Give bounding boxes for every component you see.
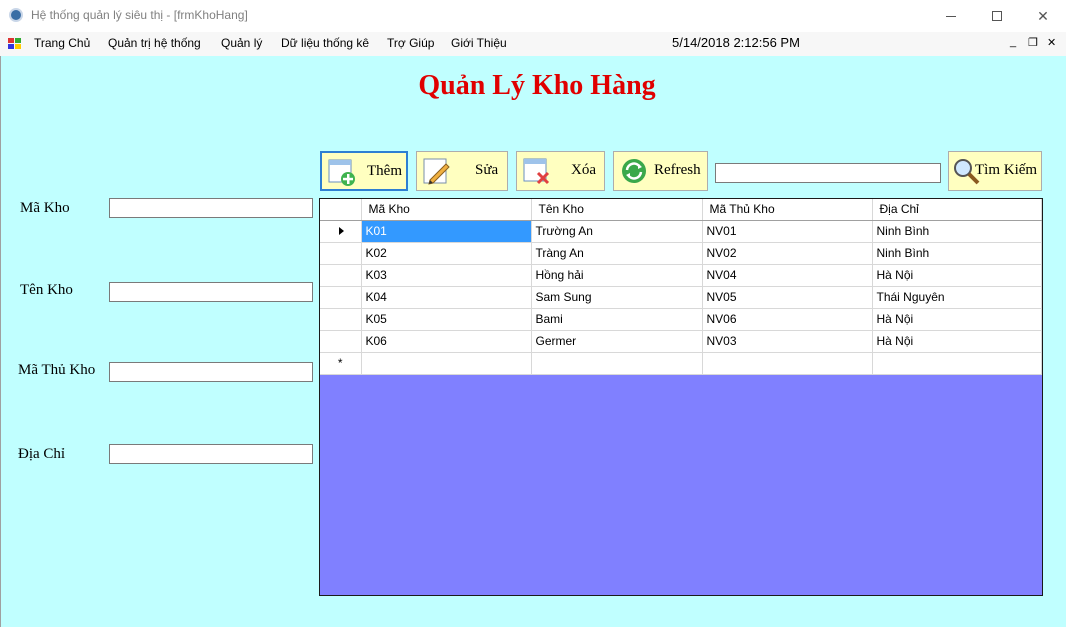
row-header[interactable] xyxy=(320,264,362,287)
search-label: Tìm Kiếm xyxy=(975,162,1038,178)
table-row[interactable]: K04 Sam Sung NV05 Thái Nguyên xyxy=(320,286,1042,309)
search-button[interactable]: Tìm Kiếm xyxy=(948,151,1042,191)
table-cell[interactable]: Hồng hải xyxy=(531,264,703,287)
row-header[interactable] xyxy=(320,220,362,243)
table-cell[interactable]: K06 xyxy=(361,330,532,353)
new-row[interactable]: * xyxy=(320,352,1042,375)
menu-quan-tri-he-thong[interactable]: Quản trị hệ thống xyxy=(108,36,201,50)
table-cell[interactable]: NV05 xyxy=(702,286,873,309)
ten-kho-label: Tên Kho xyxy=(20,282,73,298)
table-cell[interactable]: NV04 xyxy=(702,264,873,287)
table-row[interactable]: K01 Trường An NV01 Ninh Bình xyxy=(320,220,1042,243)
table-cell[interactable]: Ninh Bình xyxy=(872,242,1042,265)
refresh-button[interactable]: Refresh xyxy=(613,151,708,191)
table-cell[interactable]: NV01 xyxy=(702,220,873,243)
edit-button[interactable]: Sửa xyxy=(416,151,508,191)
table-cell[interactable]: K02 xyxy=(361,242,532,265)
table-cell[interactable]: Ninh Bình xyxy=(872,220,1042,243)
table-cell[interactable] xyxy=(872,352,1042,375)
clock-label: 5/14/2018 2:12:56 PM xyxy=(672,35,800,50)
add-label: Thêm xyxy=(367,163,402,179)
row-header[interactable] xyxy=(320,308,362,331)
ma-thu-kho-input[interactable] xyxy=(109,362,313,382)
refresh-label: Refresh xyxy=(654,162,701,178)
add-icon xyxy=(328,159,355,186)
delete-icon xyxy=(523,158,550,185)
table-cell[interactable]: K01 xyxy=(361,220,532,243)
table-cell[interactable]: NV03 xyxy=(702,330,873,353)
table-cell[interactable]: K04 xyxy=(361,286,532,309)
maximize-icon xyxy=(992,11,1002,21)
menu-trang-chu[interactable]: Trang Chủ xyxy=(34,36,90,50)
refresh-icon xyxy=(622,159,646,183)
menu-gioi-thieu[interactable]: Giới Thiệu xyxy=(451,36,507,50)
table-cell[interactable]: Germer xyxy=(531,330,703,353)
table-cell[interactable] xyxy=(531,352,703,375)
col-header-dia-chi[interactable]: Địa Chỉ xyxy=(872,199,1042,221)
close-icon: ✕ xyxy=(1037,7,1049,24)
col-header-ten-kho[interactable]: Tên Kho xyxy=(531,199,703,221)
kho-data-grid[interactable]: Mã Kho Tên Kho Mã Thủ Kho Địa Chỉ K01 Tr… xyxy=(319,198,1043,596)
table-row[interactable]: K02 Tràng An NV02 Ninh Bình xyxy=(320,242,1042,265)
menu-bar: Trang Chủ Quản trị hệ thống Quản lý Dữ l… xyxy=(0,32,1066,56)
table-cell[interactable]: NV02 xyxy=(702,242,873,265)
mdi-close-button[interactable]: ✕ xyxy=(1047,36,1056,49)
ma-kho-input[interactable] xyxy=(109,198,313,218)
ma-kho-label: Mã Kho xyxy=(20,200,70,216)
row-header[interactable] xyxy=(320,286,362,309)
grid-table: Mã Kho Tên Kho Mã Thủ Kho Địa Chỉ K01 Tr… xyxy=(320,199,1042,375)
table-cell[interactable]: Bami xyxy=(531,308,703,331)
mdi-restore-button[interactable]: ❐ xyxy=(1028,36,1038,49)
table-cell[interactable]: Tràng An xyxy=(531,242,703,265)
table-row[interactable]: K05 Bami NV06 Hà Nội xyxy=(320,308,1042,331)
table-cell[interactable]: NV06 xyxy=(702,308,873,331)
row-header-corner xyxy=(320,199,362,221)
ma-thu-kho-label: Mã Thủ Kho xyxy=(18,362,96,378)
maximize-button[interactable] xyxy=(974,0,1020,32)
table-cell[interactable]: Sam Sung xyxy=(531,286,703,309)
table-cell[interactable]: Hà Nội xyxy=(872,308,1042,331)
ten-kho-input[interactable] xyxy=(109,282,313,302)
table-cell[interactable] xyxy=(702,352,873,375)
current-row-arrow-icon xyxy=(338,227,344,235)
table-cell[interactable]: Hà Nội xyxy=(872,330,1042,353)
mdi-minimize-button[interactable]: _ xyxy=(1010,36,1016,48)
menu-du-lieu-thong-ke[interactable]: Dữ liệu thống kê xyxy=(281,36,369,50)
minimize-icon xyxy=(946,15,956,17)
search-input[interactable] xyxy=(715,163,941,183)
dia-chi-label: Địa Chỉ xyxy=(18,446,66,462)
minimize-button[interactable] xyxy=(928,0,974,32)
table-cell[interactable]: Trường An xyxy=(531,220,703,243)
table-cell[interactable]: K05 xyxy=(361,308,532,331)
app-icon xyxy=(9,8,23,22)
menu-tro-giup[interactable]: Trợ Giúp xyxy=(387,36,434,50)
add-button[interactable]: Thêm xyxy=(320,151,408,191)
table-cell[interactable]: Thái Nguyên xyxy=(872,286,1042,309)
kho-hang-form: Quản Lý Kho Hàng Mã Kho Tên Kho Mã Thủ K… xyxy=(0,56,1066,627)
new-row-marker: * xyxy=(320,352,362,375)
page-title: Quản Lý Kho Hàng xyxy=(418,70,656,101)
pencil-icon xyxy=(423,158,450,185)
delete-label: Xóa xyxy=(571,162,596,178)
table-cell[interactable] xyxy=(361,352,532,375)
menu-quan-ly[interactable]: Quản lý xyxy=(221,36,262,50)
table-cell[interactable]: Hà Nội xyxy=(872,264,1042,287)
window-title: Hệ thống quản lý siêu thị - [frmKhoHang] xyxy=(31,8,248,22)
delete-button[interactable]: Xóa xyxy=(516,151,605,191)
table-row[interactable]: K06 Germer NV03 Hà Nội xyxy=(320,330,1042,353)
title-bar: Hệ thống quản lý siêu thị - [frmKhoHang]… xyxy=(0,0,1066,32)
edit-label: Sửa xyxy=(475,162,499,178)
dia-chi-input[interactable] xyxy=(109,444,313,464)
col-header-ma-kho[interactable]: Mã Kho xyxy=(361,199,532,221)
table-cell[interactable]: K03 xyxy=(361,264,532,287)
table-row[interactable]: K03 Hồng hải NV04 Hà Nội xyxy=(320,264,1042,287)
row-header[interactable] xyxy=(320,330,362,353)
mdi-child-icon[interactable] xyxy=(8,38,22,50)
col-header-ma-thu-kho[interactable]: Mã Thủ Kho xyxy=(702,199,873,221)
row-header[interactable] xyxy=(320,242,362,265)
grid-header-row: Mã Kho Tên Kho Mã Thủ Kho Địa Chỉ xyxy=(320,199,1042,221)
close-button[interactable]: ✕ xyxy=(1020,0,1066,32)
